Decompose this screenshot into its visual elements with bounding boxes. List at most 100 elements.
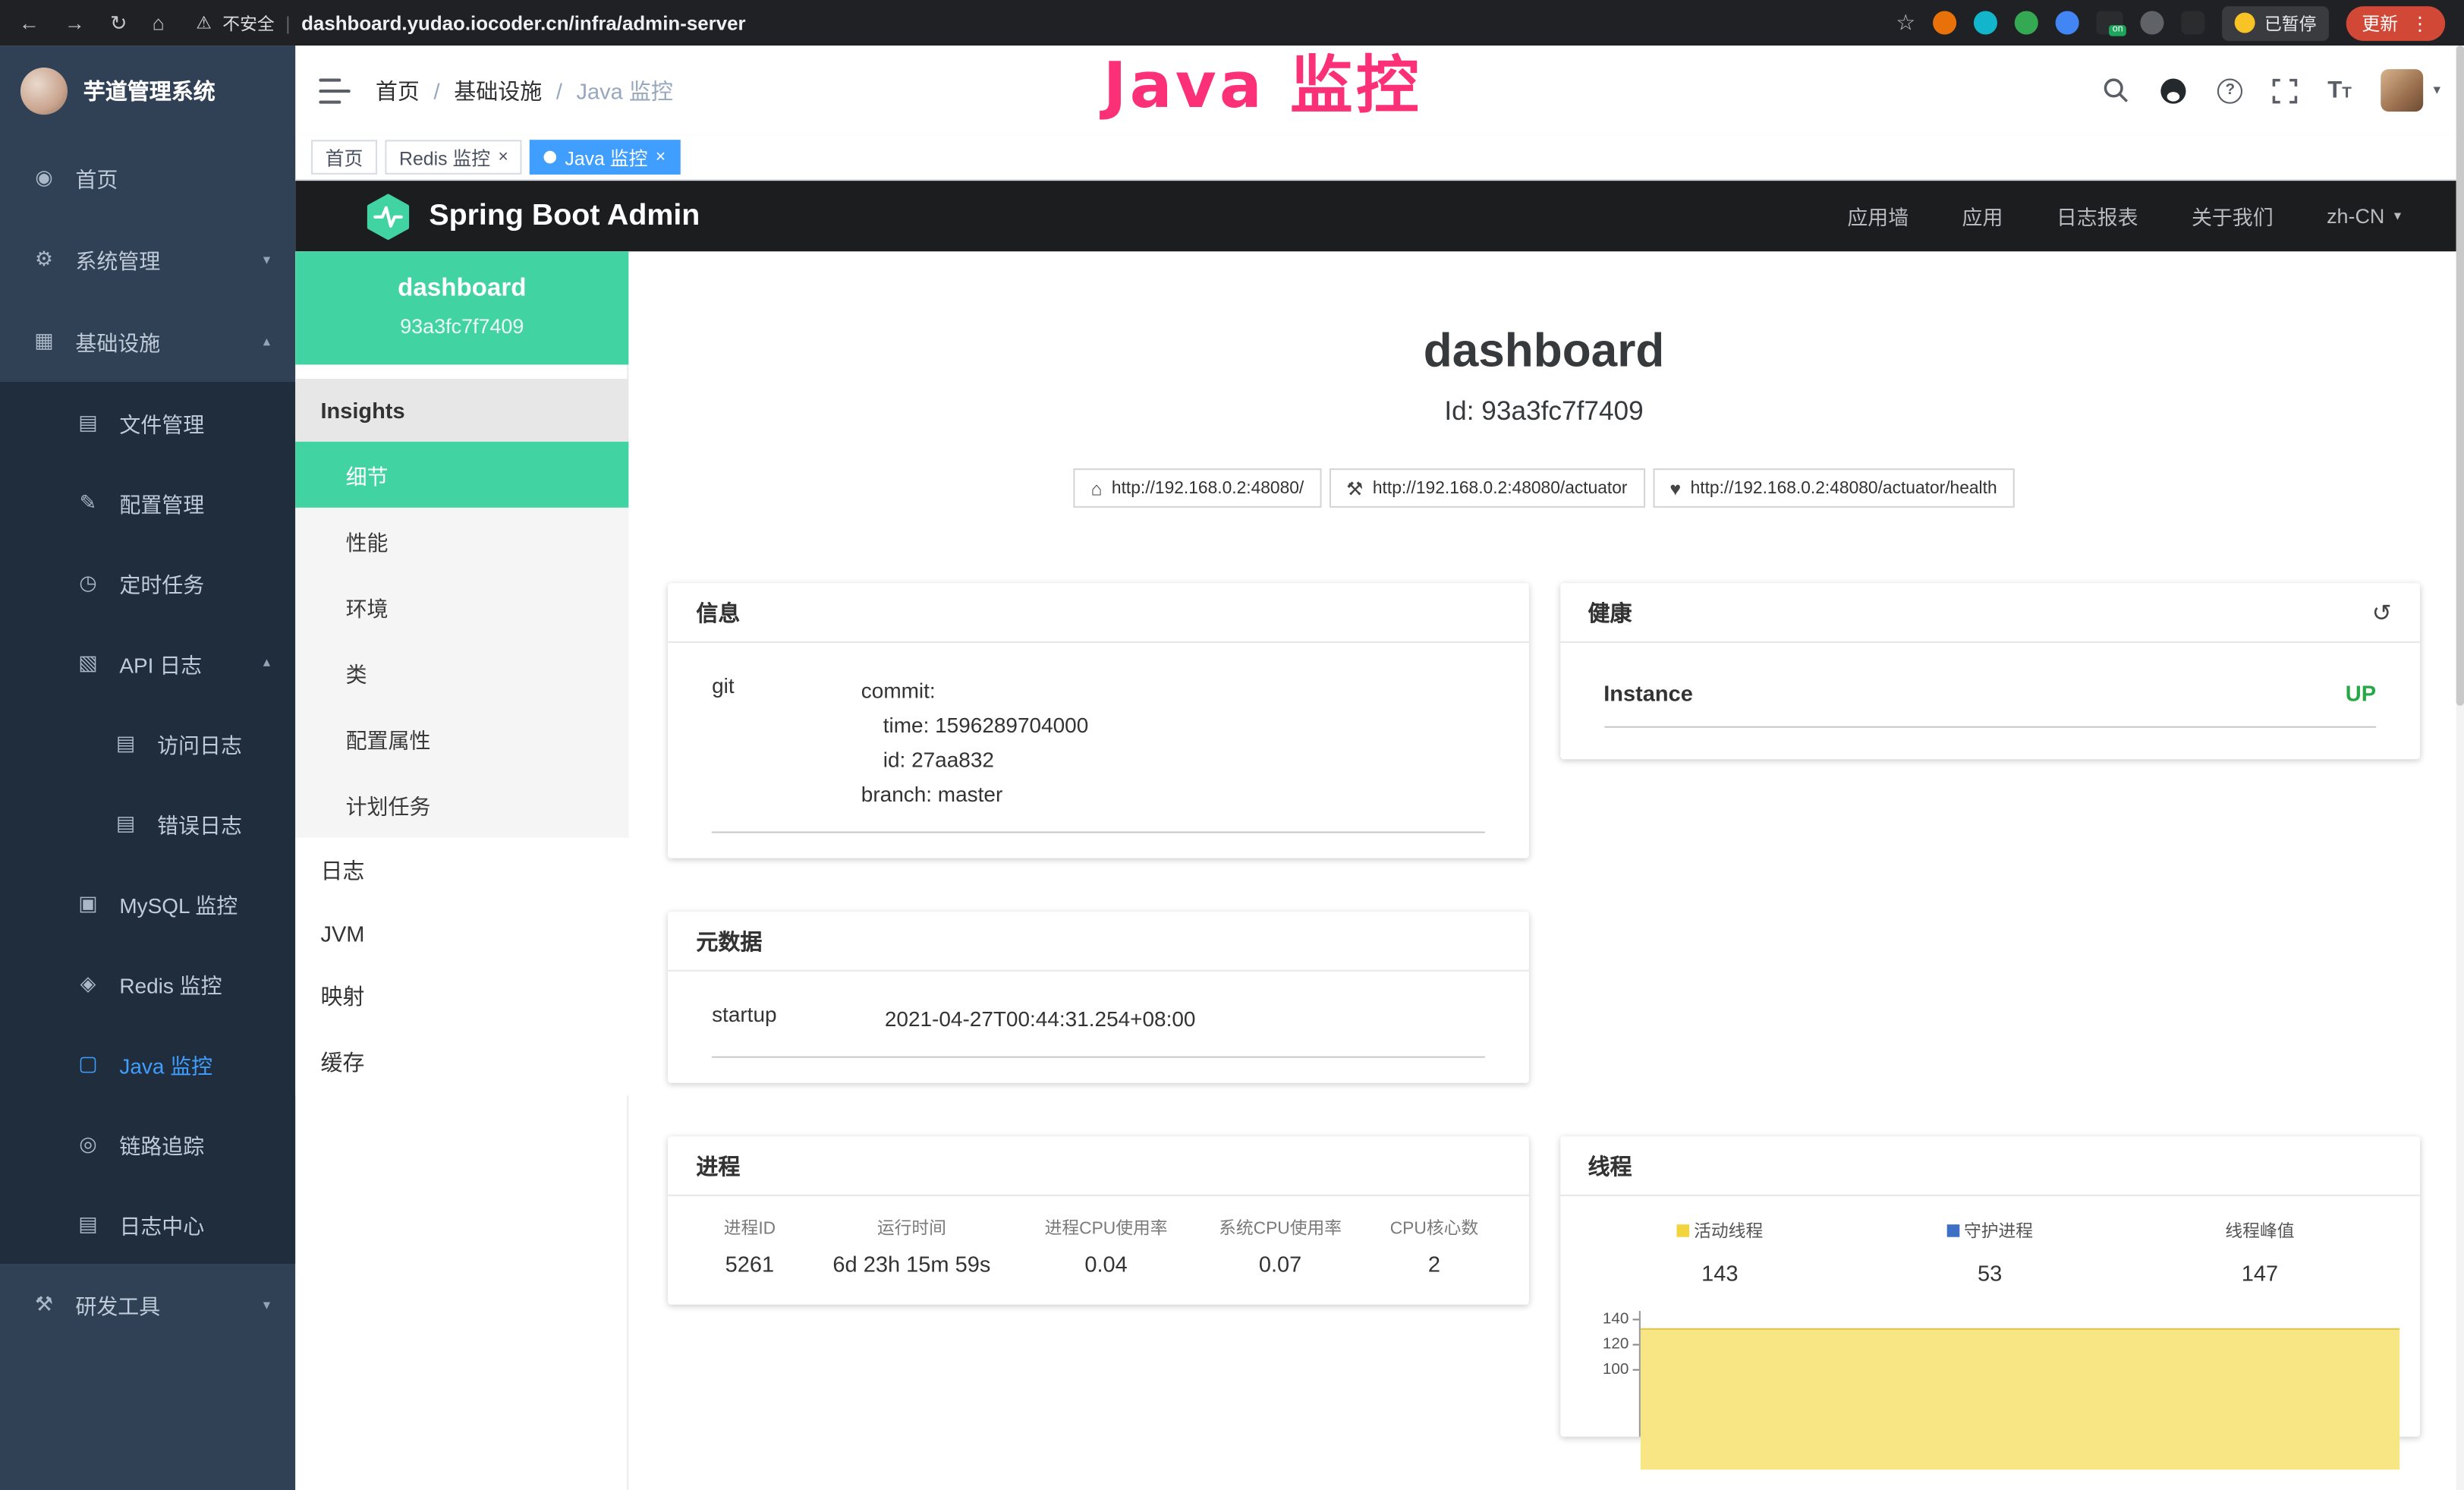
sba-header: Spring Boot Admin 应用墙 应用 日志报表 关于我们 zh-CN… [295, 181, 2464, 251]
sba-title: Spring Boot Admin [429, 199, 700, 234]
endpoint-url: http://192.168.0.2:48080/actuator/health [1691, 479, 1997, 498]
sba-item-metrics[interactable]: 性能 [295, 508, 628, 574]
home-icon: ◉ [31, 165, 56, 190]
sidebar-item-system-mgmt[interactable]: ⚙ 系统管理 ▾ [0, 219, 295, 301]
process-uptime: 6d 23h 15m 59s [807, 1245, 1018, 1298]
user-menu[interactable]: ▾ [2381, 69, 2440, 112]
sidebar-item-error-log[interactable]: ▤ 错误日志 [0, 783, 295, 863]
chrome-update-button[interactable]: 更新 ⋮ [2346, 5, 2445, 40]
search-icon[interactable] [2103, 77, 2129, 103]
sba-item-config-props[interactable]: 配置属性 [295, 706, 628, 772]
extension-icon-switch[interactable]: on [2096, 11, 2123, 34]
startup-row: startup 2021-04-27T00:44:31.254+08:00 [712, 978, 1484, 1058]
help-icon[interactable]: ? [2217, 78, 2242, 103]
history-icon[interactable]: ↺ [2372, 598, 2392, 626]
bookmark-star-icon[interactable]: ☆ [1896, 9, 1915, 36]
close-icon[interactable]: × [499, 148, 508, 167]
page-title: dashboard [668, 324, 2420, 381]
extension-icon-orange[interactable] [1933, 11, 1956, 34]
threads-chart: 140 120 100 [1581, 1311, 2404, 1437]
sba-nav-applications[interactable]: 应用 [1962, 201, 2003, 231]
sba-item-environment[interactable]: 环境 [295, 574, 628, 640]
breadcrumb-separator: / [556, 78, 562, 103]
process-cpu: 0.04 [1017, 1245, 1195, 1298]
tab-redis-monitor[interactable]: Redis 监控 × [385, 140, 522, 175]
breadcrumb-home[interactable]: 首页 [376, 74, 420, 106]
sidebar-item-label: 首页 [75, 162, 118, 193]
sidebar-item-config-mgmt[interactable]: ✎ 配置管理 [0, 462, 295, 543]
legend-live-threads: 活动线程 143 [1584, 1218, 1855, 1286]
scrollbar-thumb[interactable] [2456, 46, 2464, 706]
browser-forward-icon[interactable]: → [65, 10, 85, 35]
sidebar-item-file-mgmt[interactable]: ▤ 文件管理 [0, 382, 295, 462]
sidebar-item-tracing[interactable]: ◎ 链路追踪 [0, 1104, 295, 1184]
java-monitor-icon: ▢ [75, 1051, 100, 1076]
sba-item-caches[interactable]: 缓存 [295, 1029, 628, 1095]
font-size-icon[interactable]: TT [2327, 76, 2352, 104]
sidebar-item-scheduled-jobs[interactable]: ◷ 定时任务 [0, 542, 295, 622]
system-title: 芋道管理系统 [83, 75, 216, 106]
sba-nav-about[interactable]: 关于我们 [2192, 201, 2274, 231]
github-icon[interactable] [2160, 76, 2188, 104]
extension-icon-blue[interactable] [2056, 11, 2079, 34]
sba-item-scheduled-tasks[interactable]: 计划任务 [295, 772, 628, 838]
sidebar-item-dev-tools[interactable]: ⚒ 研发工具 ▾ [0, 1264, 295, 1346]
endpoint-health-link[interactable]: ♥ http://192.168.0.2:48080/actuator/heal… [1653, 468, 2015, 508]
process-card: 进程 进程ID 运行时间 进程CPU使用率 系统C [668, 1136, 1528, 1305]
sidebar-item-log-center[interactable]: ▤ 日志中心 [0, 1183, 295, 1264]
paused-badge[interactable]: 已暂停 [2222, 5, 2329, 40]
tools-icon: ⚒ [31, 1292, 56, 1317]
breadcrumb-infrastructure[interactable]: 基础设施 [454, 74, 542, 106]
on-badge: on [2110, 25, 2126, 36]
tab-home[interactable]: 首页 [311, 140, 377, 175]
instance-id-line: Id: 93a3fc7f7409 [668, 396, 2420, 427]
extension-icon-dark[interactable] [2181, 11, 2204, 34]
sidebar-item-home[interactable]: ◉ 首页 [0, 137, 295, 219]
sidebar-item-label: 链路追踪 [119, 1128, 204, 1159]
browser-menu-icon[interactable]: ⋮ [2411, 12, 2430, 34]
sidebar-item-api-log[interactable]: ▧ API 日志 ▴ [0, 622, 295, 703]
sba-item-classes[interactable]: 类 [295, 640, 628, 706]
avatar [2381, 69, 2424, 112]
extension-icon-teal[interactable] [1974, 11, 1997, 34]
sba-logo-icon [364, 193, 411, 240]
process-pid: 5261 [693, 1245, 806, 1298]
address-bar[interactable]: ⚠ 不安全 | dashboard.yudao.iocoder.cn/infra… [196, 10, 745, 35]
close-icon[interactable]: × [656, 148, 666, 167]
sidebar-item-access-log[interactable]: ▤ 访问日志 [0, 703, 295, 783]
threads-card-title: 线程 [1588, 1150, 1632, 1181]
browser-back-icon[interactable]: ← [19, 10, 39, 35]
browser-reload-icon[interactable]: ↻ [110, 10, 127, 35]
endpoint-actuator-link[interactable]: ⚒ http://192.168.0.2:48080/actuator [1329, 468, 1644, 508]
extension-icon-green[interactable] [2015, 11, 2038, 34]
sidebar-item-mysql-monitor[interactable]: ▣ MySQL 监控 [0, 863, 295, 943]
home-icon: ⌂ [1090, 477, 1102, 499]
fullscreen-icon[interactable] [2273, 78, 2298, 103]
sidebar-item-java-monitor[interactable]: ▢ Java 监控 [0, 1023, 295, 1104]
tab-java-monitor[interactable]: Java 监控 × [530, 140, 680, 175]
sba-item-jvm[interactable]: JVM [295, 904, 628, 964]
sba-brand[interactable]: Spring Boot Admin [364, 193, 700, 240]
file-icon: ▤ [75, 409, 100, 434]
sba-item-mappings[interactable]: 映射 [295, 963, 628, 1029]
sidebar-item-label: 错误日志 [157, 807, 242, 838]
locale-selector[interactable]: zh-CN ▾ [2327, 204, 2401, 228]
sidebar-logo[interactable]: 芋道管理系统 [0, 46, 295, 137]
extension-icon-gray[interactable] [2140, 11, 2163, 34]
endpoint-root-link[interactable]: ⌂ http://192.168.0.2:48080/ [1074, 468, 1321, 508]
sba-item-logs[interactable]: 日志 [295, 838, 628, 904]
page-scrollbar[interactable] [2456, 46, 2464, 1490]
browser-home-icon[interactable]: ⌂ [153, 10, 165, 35]
sba-nav-journal[interactable]: 日志报表 [2056, 201, 2138, 231]
annotation-java-monitor: Java 监控 [1103, 35, 1422, 126]
sba-item-details[interactable]: 细节 [295, 442, 628, 508]
startup-value: 2021-04-27T00:44:31.254+08:00 [885, 1003, 1196, 1038]
sba-app-block[interactable]: dashboard 93a3fc7f7409 [295, 251, 628, 364]
sidebar-toggle-icon[interactable] [319, 78, 350, 103]
sidebar-item-infrastructure[interactable]: ▦ 基础设施 ▴ [0, 301, 295, 383]
instance-health-row[interactable]: Instance UP [1603, 643, 2376, 728]
sidebar-item-redis-monitor[interactable]: ◈ Redis 监控 [0, 943, 295, 1023]
active-tab-dot [544, 151, 557, 164]
sidebar-item-label: 文件管理 [119, 406, 204, 437]
sba-nav-wallboard[interactable]: 应用墙 [1847, 201, 1909, 231]
